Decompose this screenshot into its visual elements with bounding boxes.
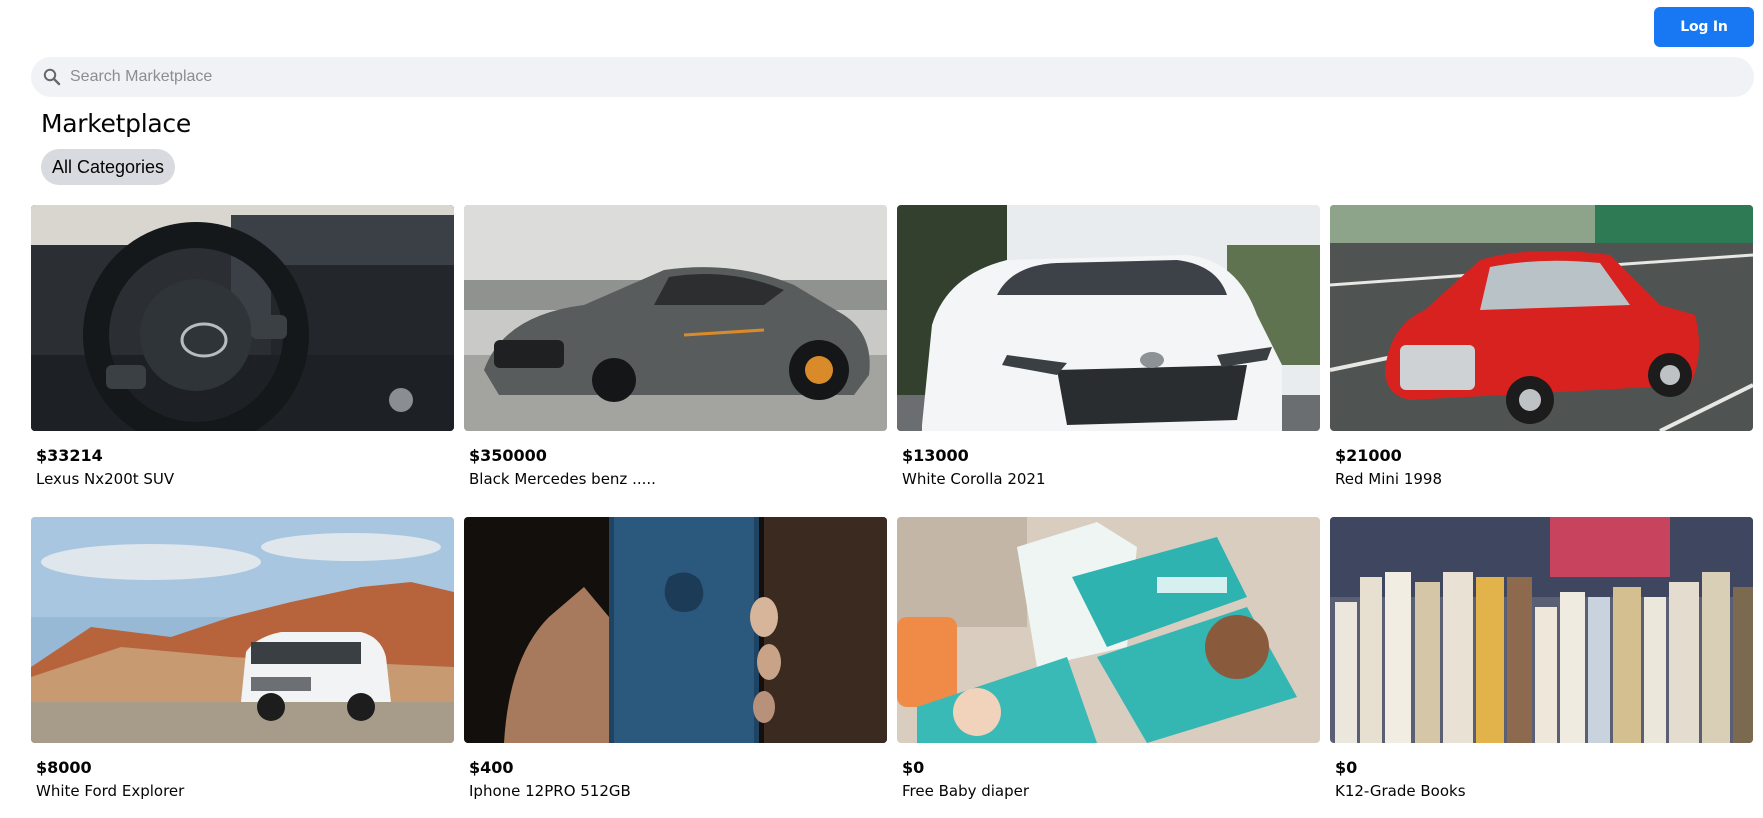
- search-bar[interactable]: [31, 57, 1754, 97]
- marketplace-page: Log In Marketplace All Categories: [0, 0, 1763, 818]
- listing-title: White Corolla 2021: [902, 470, 1046, 488]
- search-input[interactable]: [70, 59, 1710, 95]
- listing-price: $13000: [902, 446, 969, 465]
- page-title: Marketplace: [41, 109, 191, 138]
- listing-image-car-interior[interactable]: [31, 205, 454, 431]
- listing-title: K12-Grade Books: [1335, 782, 1466, 800]
- listing-image-white-suv[interactable]: [31, 517, 454, 743]
- listing-title: Iphone 12PRO 512GB: [469, 782, 631, 800]
- listing-title: Free Baby diaper: [902, 782, 1030, 800]
- listing-price: $33214: [36, 446, 103, 465]
- listing-price: $0: [1335, 758, 1358, 777]
- listing-title: Black Mercedes benz .....: [469, 470, 656, 488]
- category-filter-all[interactable]: All Categories: [41, 149, 176, 185]
- listing-image-white-sedan[interactable]: [897, 205, 1320, 431]
- listing-price: $350000: [469, 446, 547, 465]
- search-icon: [42, 67, 62, 87]
- listing-title: Lexus Nx200t SUV: [36, 470, 175, 488]
- listing-image-diapers[interactable]: [897, 517, 1320, 743]
- listing-card[interactable]: $21000 Red Mini 1998: [1330, 205, 1753, 517]
- listing-title: Red Mini 1998: [1335, 470, 1442, 488]
- listing-card[interactable]: $33214 Lexus Nx200t SUV: [31, 205, 454, 517]
- listing-grid: $33214 Lexus Nx200t SUV $350000 Black Me…: [31, 205, 1756, 818]
- listing-card[interactable]: $0 K12-Grade Books: [1330, 517, 1753, 818]
- listing-image-sports-car[interactable]: [464, 205, 887, 431]
- listing-card[interactable]: $400 Iphone 12PRO 512GB: [464, 517, 887, 818]
- login-button[interactable]: Log In: [1654, 7, 1754, 47]
- listing-price: $0: [902, 758, 925, 777]
- listing-card[interactable]: $350000 Black Mercedes benz .....: [464, 205, 887, 517]
- listing-card[interactable]: $8000 White Ford Explorer: [31, 517, 454, 818]
- listing-price: $8000: [36, 758, 92, 777]
- listing-title: White Ford Explorer: [36, 782, 185, 800]
- listing-price: $21000: [1335, 446, 1402, 465]
- listing-card[interactable]: $0 Free Baby diaper: [897, 517, 1320, 818]
- listing-image-phone[interactable]: [464, 517, 887, 743]
- listing-card[interactable]: $13000 White Corolla 2021: [897, 205, 1320, 517]
- listing-image-red-mini[interactable]: [1330, 205, 1753, 431]
- listing-image-books[interactable]: [1330, 517, 1753, 743]
- listing-price: $400: [469, 758, 514, 777]
